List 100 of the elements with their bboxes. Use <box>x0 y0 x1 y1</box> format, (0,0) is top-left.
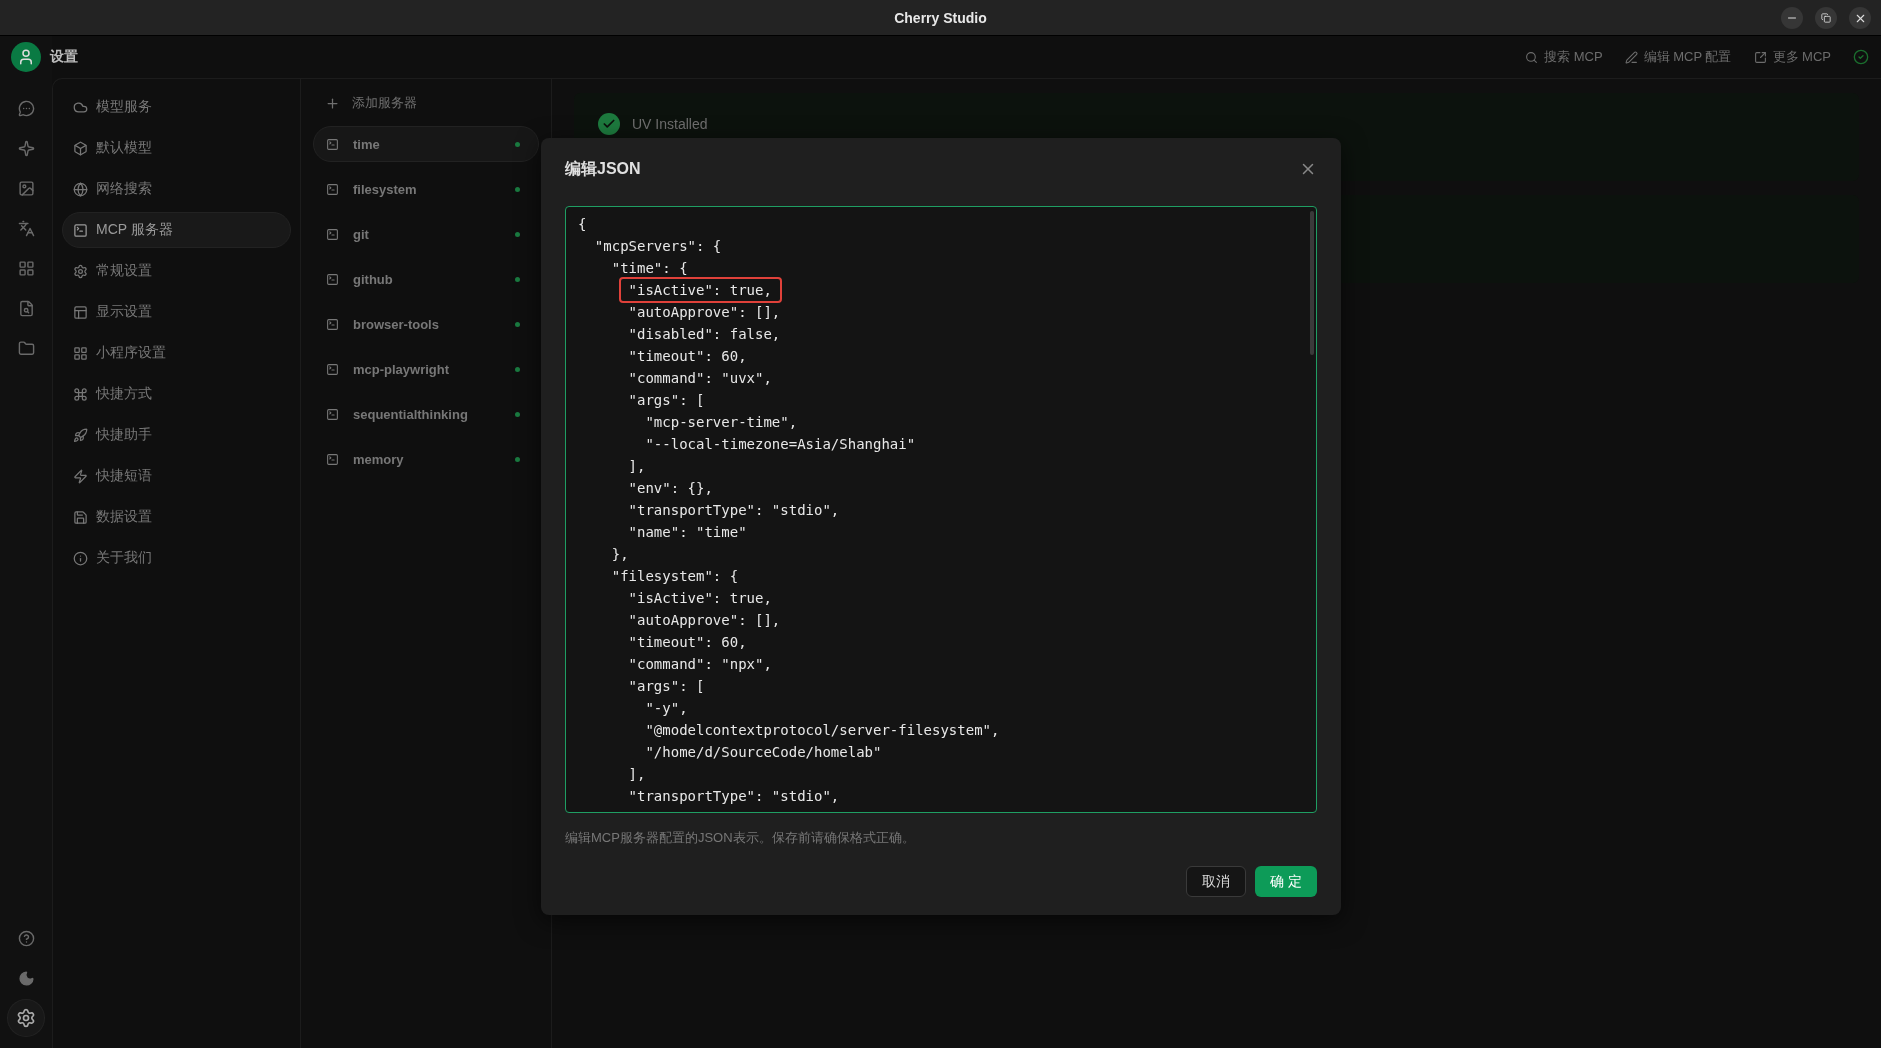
settings-menu-item[interactable]: MCP 服务器 <box>62 212 291 248</box>
code-line: "timeout": 60, <box>627 633 748 652</box>
image-icon <box>17 179 35 197</box>
settings-menu-item[interactable]: 显示设置 <box>62 294 291 330</box>
code-line: "--local-timezone=Asia/Shanghai" <box>644 435 917 454</box>
code-line: { <box>578 215 588 234</box>
help-icon <box>17 929 35 947</box>
code-line: "filesystem": { <box>610 567 740 586</box>
code-line: "mcpServers": { <box>593 237 723 256</box>
code-line: "-y", <box>644 699 689 718</box>
server-item[interactable]: sequentialthinking <box>313 396 539 432</box>
scrollbar[interactable] <box>1310 211 1314 355</box>
moon-icon <box>17 969 35 987</box>
settings-menu-item[interactable]: 快捷短语 <box>62 458 291 494</box>
settings-icon <box>16 1008 36 1028</box>
code-line: "name": "time" <box>627 523 748 542</box>
folder-icon <box>17 339 35 357</box>
hint-text: 编辑MCP服务器配置的JSON表示。保存前请确保格式正确。 <box>565 829 916 847</box>
external-link-icon <box>1753 50 1767 64</box>
status-text: UV Installed <box>632 116 708 132</box>
code-line: "disabled": false, <box>627 325 782 344</box>
save-icon <box>73 509 88 525</box>
pen-icon <box>1624 50 1638 64</box>
code-line: ], <box>627 457 647 476</box>
translate-icon <box>17 219 35 237</box>
add-server-button[interactable]: 添加服务器 <box>313 89 539 117</box>
dialog-title: 编辑JSON <box>565 158 641 179</box>
server-item[interactable]: git <box>313 216 539 252</box>
sidebar-button[interactable] <box>8 1000 44 1036</box>
server-item[interactable]: mcp-playwright <box>313 351 539 387</box>
check-circle-icon <box>1853 49 1869 65</box>
json-editor[interactable] <box>565 206 1317 813</box>
code-line: "isActive": true, <box>627 589 773 608</box>
grid-icon <box>17 259 35 277</box>
header-link[interactable]: 搜索 MCP <box>1525 48 1603 66</box>
minimize-button[interactable] <box>1781 7 1803 29</box>
server-item[interactable]: memory <box>313 441 539 477</box>
lightning-icon <box>73 468 88 484</box>
globe-icon <box>73 181 88 197</box>
maximize-button[interactable] <box>1815 7 1837 29</box>
code-line: }, <box>610 545 630 564</box>
confirm-button[interactable]: 确 定 <box>1255 866 1317 897</box>
code-line: "autoApprove": [], <box>627 611 782 630</box>
avatar[interactable] <box>11 42 41 72</box>
settings-menu-item[interactable]: 关于我们 <box>62 540 291 576</box>
search-icon <box>1525 50 1539 64</box>
terminal-icon <box>326 227 339 241</box>
settings-menu-item[interactable]: 快捷助手 <box>62 417 291 453</box>
rocket-icon <box>73 427 88 443</box>
code-line: "autoApprove": [], <box>627 303 782 322</box>
settings-menu-item[interactable]: 数据设置 <box>62 499 291 535</box>
close-button[interactable] <box>1849 7 1871 29</box>
window-title: Cherry Studio <box>894 9 987 26</box>
code-line: ], <box>627 765 647 784</box>
code-line: "mcp-server-time", <box>644 413 799 432</box>
document-search-icon <box>17 299 35 317</box>
settings-menu-item[interactable]: 快捷方式 <box>62 376 291 412</box>
header-link[interactable]: 更多 MCP <box>1753 48 1831 66</box>
settings-menu-item[interactable]: 小程序设置 <box>62 335 291 371</box>
server-item[interactable]: browser-tools <box>313 306 539 342</box>
code-line: "command": "npx", <box>627 655 773 674</box>
code-line: "command": "uvx", <box>627 369 773 388</box>
terminal-icon <box>326 182 339 196</box>
code-line: "timeout": 60, <box>627 347 748 366</box>
chat-icon <box>17 99 35 117</box>
settings-menu-item[interactable]: 模型服务 <box>62 89 291 125</box>
code-line: "env": {}, <box>627 479 714 498</box>
settings-menu-item[interactable]: 常规设置 <box>62 253 291 289</box>
code-line: "transportType": "stdio", <box>627 787 841 806</box>
settings-menu-item[interactable]: 网络搜索 <box>62 171 291 207</box>
terminal-icon <box>326 362 339 376</box>
cloud-icon <box>73 99 88 115</box>
grid-icon <box>73 345 88 361</box>
cancel-button[interactable]: 取消 <box>1186 866 1247 897</box>
header-link[interactable]: 编辑 MCP 配置 <box>1624 48 1732 66</box>
code-line: "/home/d/SourceCode/homelab" <box>644 743 883 762</box>
page-title: 设置 <box>50 48 78 66</box>
terminal-icon <box>326 272 339 286</box>
info-icon <box>73 550 88 566</box>
code-line: "@modelcontextprotocol/server-filesystem", <box>644 721 1001 740</box>
settings-menu-item[interactable]: 默认模型 <box>62 130 291 166</box>
plus-icon <box>325 95 340 111</box>
command-icon <box>73 386 88 402</box>
terminal-icon <box>326 452 339 466</box>
layout-icon <box>73 304 88 320</box>
terminal-icon <box>326 407 339 421</box>
terminal-icon <box>326 317 339 331</box>
terminal-icon <box>326 137 339 151</box>
check-icon <box>598 113 620 135</box>
code-line: "transportType": "stdio", <box>627 501 841 520</box>
code-line: "args": [ <box>627 391 706 410</box>
server-item[interactable]: github <box>313 261 539 297</box>
server-item[interactable]: filesystem <box>313 171 539 207</box>
code-line: "args": [ <box>627 677 706 696</box>
gear-icon <box>73 263 88 279</box>
restore-icon <box>1821 13 1831 23</box>
terminal-icon <box>73 222 88 238</box>
server-item[interactable]: time <box>313 126 539 162</box>
cube-icon <box>73 140 88 156</box>
sparkle-icon <box>17 139 35 157</box>
